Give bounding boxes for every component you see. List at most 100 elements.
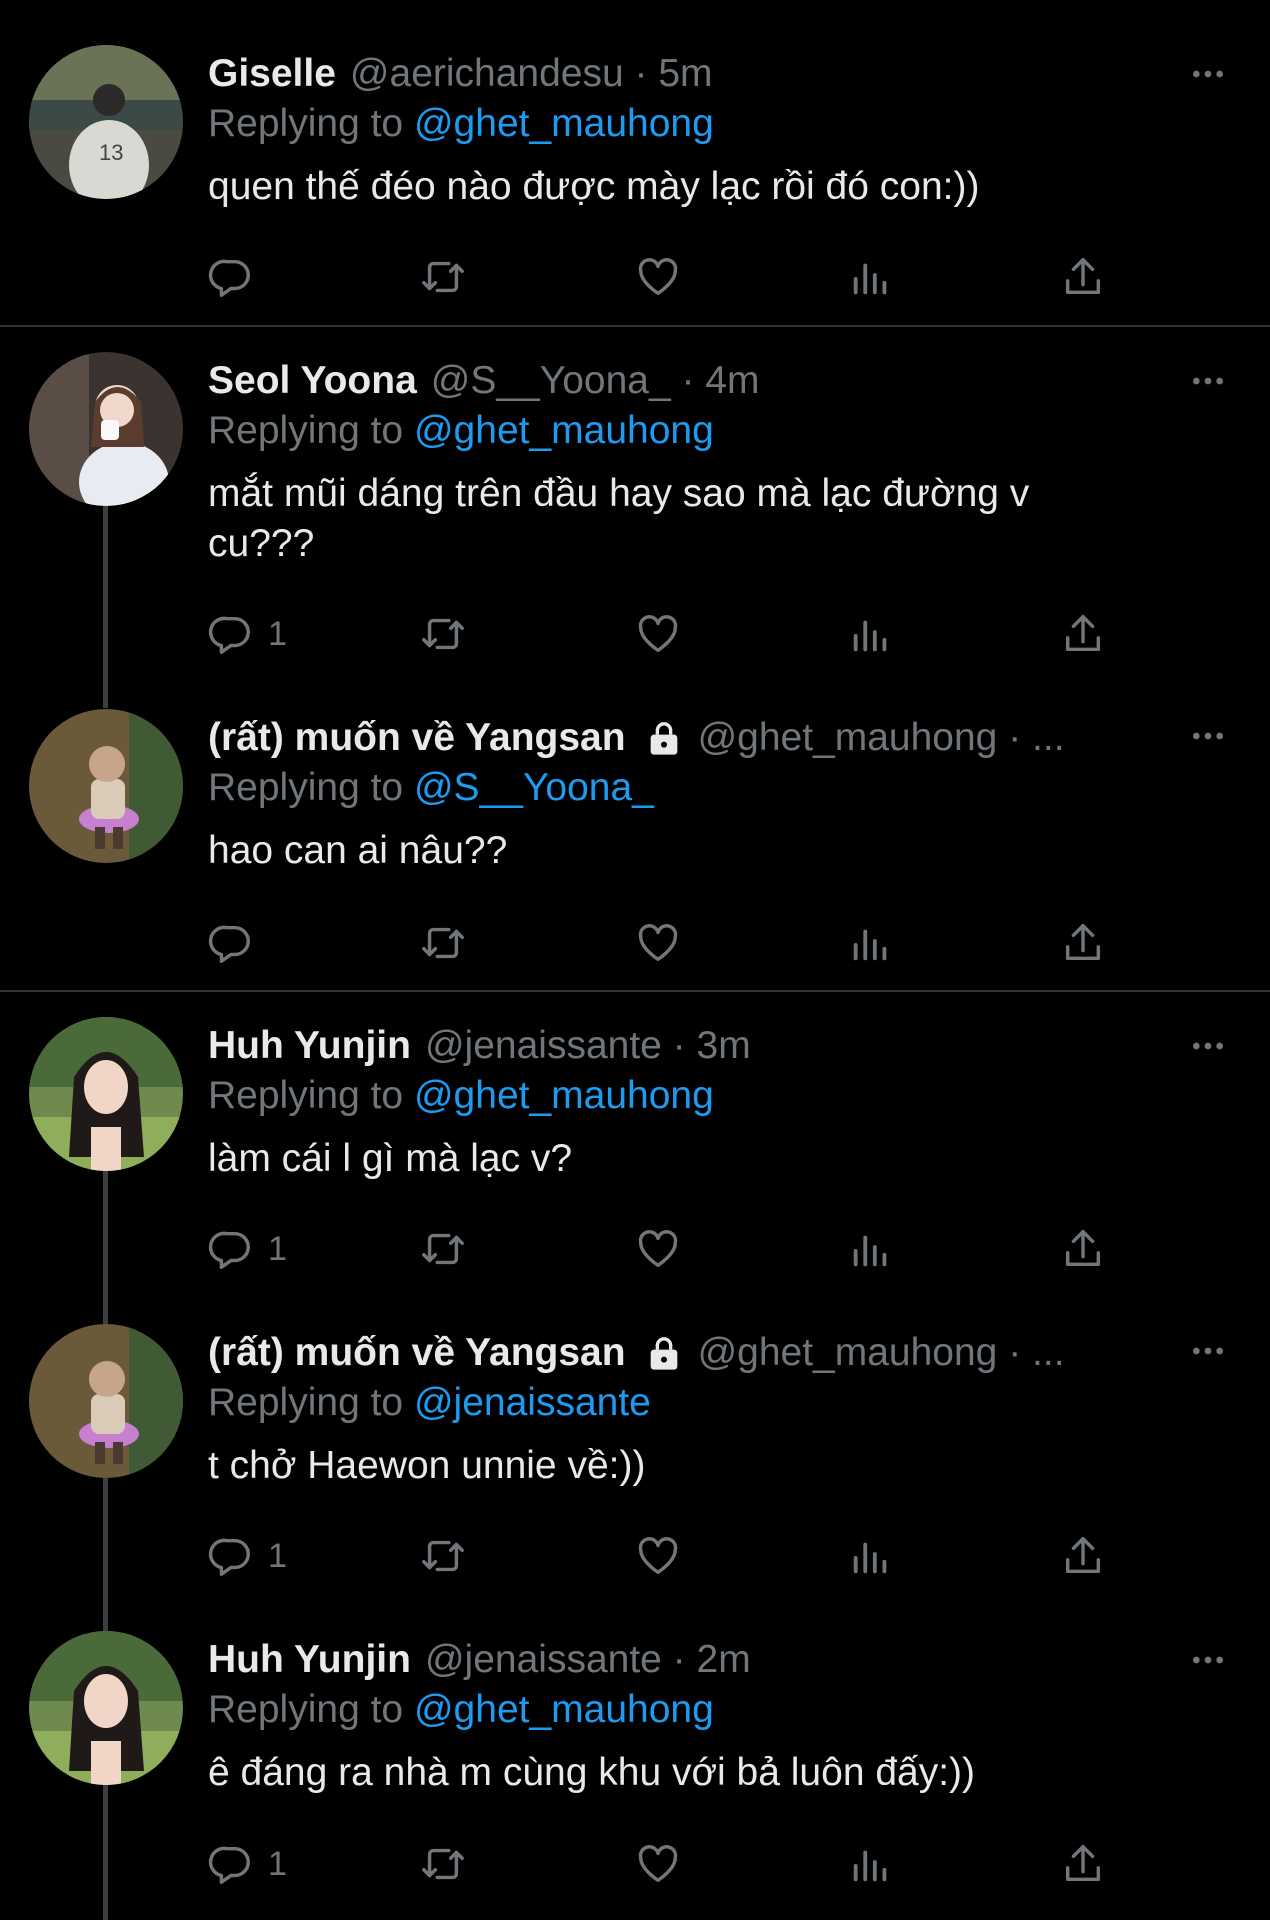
tweet-header: Giselle @aerichandesu · 5m [208,50,713,98]
replying-to: Replying to @jenaissante [208,1381,651,1425]
retweet-button[interactable] [420,1840,466,1888]
more-icon[interactable] [1188,1331,1228,1371]
replying-to: Replying to @ghet_mauhong [208,102,714,146]
reply-button[interactable]: 1 [208,1840,287,1888]
display-name[interactable]: Huh Yunjin [208,1638,411,1682]
reply-icon [208,254,254,300]
reply-count: 1 [268,1844,287,1883]
retweet-icon [420,1533,466,1579]
user-handle[interactable]: @ghet_mauhong · ... [698,1331,1065,1375]
action-bar [0,919,1270,967]
like-button[interactable] [635,1532,681,1580]
retweet-button[interactable] [420,1532,466,1580]
mention-link[interactable]: @ghet_mauhong [414,1688,714,1731]
giselle-avatar[interactable]: 13 [29,45,183,199]
yoona-avatar[interactable] [29,352,183,506]
tweet-text: hao can ai nâu?? [208,829,508,872]
display-name[interactable]: Giselle [208,52,336,96]
tweet-text: ê đáng ra nhà m cùng khu với bả luôn đấy… [208,1751,976,1794]
game-character-avatar[interactable] [29,709,183,863]
retweet-icon [420,920,466,966]
heart-icon [635,1533,681,1579]
display-name[interactable]: Huh Yunjin [208,1024,411,1068]
more-icon[interactable] [1188,361,1228,401]
share-icon [1060,1841,1106,1887]
like-button[interactable] [635,919,681,967]
views-button[interactable] [848,1840,894,1888]
heart-icon [635,920,681,966]
mention-link[interactable]: @ghet_mauhong [414,409,714,452]
more-icon[interactable] [1188,1640,1228,1680]
views-button[interactable] [848,253,894,301]
display-name[interactable]: Seol Yoona [208,359,417,403]
heart-icon [635,1226,681,1272]
views-button[interactable] [848,919,894,967]
reply-button[interactable] [208,253,268,301]
yunjin-avatar[interactable] [29,1631,183,1785]
mention-link[interactable]: @ghet_mauhong [414,102,714,145]
share-button[interactable] [1060,610,1106,658]
retweet-button[interactable] [420,253,466,301]
replying-to: Replying to @ghet_mauhong [208,1074,714,1118]
more-icon[interactable] [1188,1026,1228,1066]
replying-prefix: Replying to [208,1074,404,1117]
like-button[interactable] [635,253,681,301]
action-bar [0,253,1270,301]
bar-chart-icon [848,1533,894,1579]
heart-icon [635,1841,681,1887]
reply-count: 1 [268,1536,287,1575]
divider [0,325,1270,327]
heart-icon [635,611,681,657]
user-handle[interactable]: @jenaissante · 3m [425,1024,751,1068]
more-icon[interactable] [1188,716,1228,756]
reply-button[interactable]: 1 [208,1225,287,1273]
bar-chart-icon [848,920,894,966]
reply-button[interactable]: 1 [208,1532,287,1580]
display-name[interactable]: (rất) muốn về Yangsan [208,716,626,760]
replying-prefix: Replying to [208,766,404,809]
user-handle[interactable]: @jenaissante · 2m [425,1638,751,1682]
share-button[interactable] [1060,1225,1106,1273]
share-button[interactable] [1060,1840,1106,1888]
more-icon[interactable] [1188,54,1228,94]
tweet-text: làm cái l gì mà lạc v? [208,1137,573,1180]
views-button[interactable] [848,610,894,658]
replying-to: Replying to @ghet_mauhong [208,409,714,453]
game-character-avatar[interactable] [29,1324,183,1478]
retweet-button[interactable] [420,919,466,967]
action-bar: 1 [0,1532,1270,1580]
replying-prefix: Replying to [208,409,404,452]
yunjin-avatar[interactable] [29,1017,183,1171]
user-handle[interactable]: @ghet_mauhong · ... [698,716,1065,760]
replying-to: Replying to @ghet_mauhong [208,1688,714,1732]
display-name[interactable]: (rất) muốn về Yangsan [208,1331,626,1375]
tweet-text: mắt mũi dáng trên đầu hay sao mà lạc đườ… [208,472,1030,565]
mention-link[interactable]: @jenaissante [414,1381,651,1424]
views-button[interactable] [848,1225,894,1273]
divider [0,990,1270,992]
like-button[interactable] [635,1225,681,1273]
share-button[interactable] [1060,1532,1106,1580]
like-button[interactable] [635,610,681,658]
replying-prefix: Replying to [208,1381,404,1424]
reply-button[interactable] [208,919,268,967]
share-button[interactable] [1060,253,1106,301]
retweet-button[interactable] [420,1225,466,1273]
views-button[interactable] [848,1532,894,1580]
bar-chart-icon [848,1841,894,1887]
user-handle[interactable]: @aerichandesu · 5m [350,52,713,96]
reply-count: 1 [268,614,287,653]
retweet-icon [420,1841,466,1887]
like-button[interactable] [635,1840,681,1888]
reply-button[interactable]: 1 [208,610,287,658]
share-icon [1060,254,1106,300]
user-handle[interactable]: @S__Yoona_ · 4m [431,359,760,403]
share-button[interactable] [1060,919,1106,967]
retweet-icon [420,254,466,300]
retweet-button[interactable] [420,610,466,658]
mention-link[interactable]: @ghet_mauhong [414,1074,714,1117]
mention-link[interactable]: @S__Yoona_ [414,766,654,809]
action-bar: 1 [0,610,1270,658]
bar-chart-icon [848,254,894,300]
retweet-icon [420,1226,466,1272]
